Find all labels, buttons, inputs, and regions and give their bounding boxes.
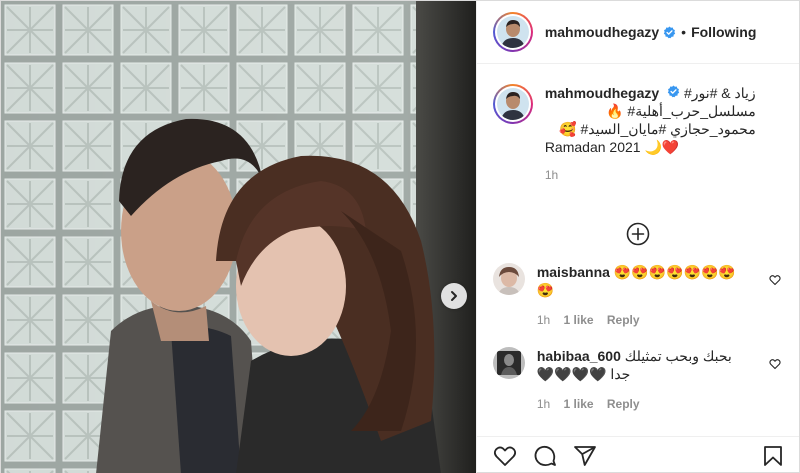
comment-item: habibaa_600 بحبك وبحب تمثيلك جدا 🖤🖤🖤🖤 1h… xyxy=(477,347,799,427)
author-avatar[interactable] xyxy=(492,12,533,52)
comment-bubble-icon xyxy=(534,445,556,466)
chevron-right-icon xyxy=(451,291,457,301)
next-slide-button[interactable] xyxy=(441,283,467,309)
comment-likes[interactable]: 1 like xyxy=(564,313,594,327)
comment-text: 😍😍😍😍😍😍😍 xyxy=(613,264,736,280)
heart-outline-icon xyxy=(493,446,516,466)
avatar-image xyxy=(496,16,529,48)
post-caption: mahmoudhegazy زياد & #نور# مسلسل_حرب_أهل… xyxy=(477,64,799,209)
author-username[interactable]: mahmoudhegazy xyxy=(545,24,659,40)
comment-text: بحبك وبحب تمثيلك xyxy=(624,348,732,364)
comment-likes[interactable]: 1 like xyxy=(564,397,594,411)
following-button[interactable]: Following xyxy=(691,24,756,40)
avatar-image xyxy=(492,347,525,379)
post-image xyxy=(1,1,476,473)
comment-meta: 1h 1 like Reply xyxy=(537,395,759,413)
paper-plane-icon xyxy=(573,445,596,466)
comment-text-line-2: 😍 xyxy=(536,282,555,298)
caption-body: mahmoudhegazy زياد & #نور# مسلسل_حرب_أهل… xyxy=(545,84,756,209)
plus-circle-icon xyxy=(626,222,650,246)
post-action-bar xyxy=(476,436,799,473)
verified-badge-icon xyxy=(663,26,676,39)
commenter-avatar[interactable] xyxy=(492,347,525,379)
avatar-image xyxy=(496,88,529,120)
post-header: mahmoudhegazy • Following xyxy=(476,1,799,64)
comment-like-button[interactable] xyxy=(769,357,781,373)
heart-outline-icon xyxy=(769,275,781,286)
comment-time[interactable]: 1h xyxy=(537,313,550,327)
like-button[interactable] xyxy=(493,444,517,468)
caption-author-avatar[interactable] xyxy=(492,84,533,124)
comment-like-button[interactable] xyxy=(769,273,781,289)
comment-body: maisbanna 😍😍😍😍😍😍😍 😍 1h 1 like Reply xyxy=(537,263,759,343)
bookmark-icon xyxy=(764,445,782,466)
comment-username[interactable]: maisbanna xyxy=(537,264,610,280)
instagram-post: mahmoudhegazy • Following mahmoudhegazy … xyxy=(0,0,800,473)
share-button[interactable] xyxy=(573,444,597,468)
caption-line-2: مسلسل_حرب_أهلية# 🔥 xyxy=(606,103,756,119)
caption-timestamp[interactable]: 1h xyxy=(545,166,756,184)
separator-dot: • xyxy=(681,24,687,40)
verified-badge-icon xyxy=(667,85,680,98)
caption-line-1: زياد & #نور# xyxy=(683,85,756,101)
commenter-avatar[interactable] xyxy=(492,263,525,295)
post-sidebar: mahmoudhegazy • Following mahmoudhegazy … xyxy=(475,1,799,473)
load-more-button[interactable] xyxy=(626,222,650,246)
comment-button[interactable] xyxy=(533,444,557,468)
load-more-comments xyxy=(477,209,799,259)
heart-outline-icon xyxy=(769,359,781,370)
comment-reply-button[interactable]: Reply xyxy=(607,397,640,411)
caption-line-3: محمود_حجازي #مايان_السيد# 🥰 xyxy=(559,121,756,137)
avatar-image xyxy=(492,263,525,295)
post-photo[interactable] xyxy=(1,1,476,473)
comment-item: maisbanna 😍😍😍😍😍😍😍 😍 1h 1 like Reply xyxy=(477,263,799,343)
save-button[interactable] xyxy=(761,444,785,468)
caption-username[interactable]: mahmoudhegazy xyxy=(545,85,659,101)
comment-text-line-2: جدا 🖤🖤🖤🖤 xyxy=(536,366,631,382)
comment-username[interactable]: habibaa_600 xyxy=(537,348,621,364)
comment-reply-button[interactable]: Reply xyxy=(607,313,640,327)
comment-meta: 1h 1 like Reply xyxy=(537,311,759,329)
comment-body: habibaa_600 بحبك وبحب تمثيلك جدا 🖤🖤🖤🖤 1h… xyxy=(537,347,759,427)
caption-line-4: Ramadan 2021 🌙❤️ xyxy=(544,139,680,155)
comment-time[interactable]: 1h xyxy=(537,397,550,411)
